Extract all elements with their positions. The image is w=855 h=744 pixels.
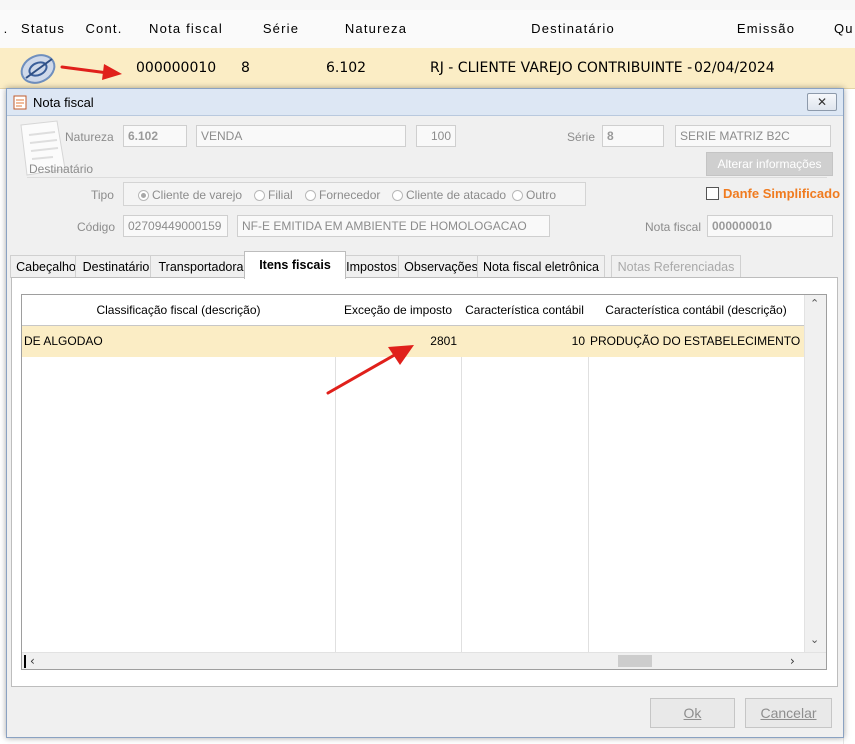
row-serie: 8	[241, 60, 250, 76]
radio-filial[interactable]: Filial	[254, 188, 293, 202]
arrow-annotation-grid	[322, 343, 418, 402]
radio-cliente-atacado[interactable]: Cliente de atacado	[392, 188, 506, 202]
codigo-field[interactable]: 02709449000159	[123, 215, 228, 237]
natureza-num-field[interactable]: 100	[416, 125, 456, 147]
tipo-label: Tipo	[91, 188, 114, 202]
scroll-down-icon[interactable]: ⌄	[810, 633, 819, 646]
tipo-radio-group: Cliente de varejo Filial Fornecedor Clie…	[123, 182, 586, 206]
scroll-edge-marker	[24, 655, 26, 668]
serie-code-field[interactable]: 8	[602, 125, 664, 147]
close-button[interactable]: ✕	[807, 93, 837, 111]
cancel-label: Cancelar	[760, 705, 817, 721]
nota-fiscal-dialog: Nota fiscal ✕ Natureza 6.102 VENDA 100 S…	[6, 88, 844, 738]
cancel-button[interactable]: Cancelar	[745, 698, 832, 728]
scroll-right-icon[interactable]: ›	[790, 653, 795, 669]
radio-cliente-varejo[interactable]: Cliente de varejo	[138, 188, 242, 202]
codigo-label: Código	[77, 220, 116, 234]
header-destinatario[interactable]: Destinatário	[428, 10, 719, 49]
row-nota-fiscal: 000000010	[136, 60, 217, 76]
cell-classificacao: DE ALGODAO	[24, 334, 103, 348]
tab-observacoes[interactable]: Observações	[398, 255, 484, 278]
cell-caracteristica: 10	[571, 334, 585, 348]
col-excecao-imposto[interactable]: Exceção de imposto	[335, 295, 462, 326]
header-natureza[interactable]: Natureza	[324, 10, 429, 49]
nota-fiscal-label: Nota fiscal	[645, 220, 702, 234]
status-icon	[18, 50, 58, 91]
ok-button[interactable]: Ok	[650, 698, 735, 728]
tab-cabecalho[interactable]: Cabeçalho	[10, 255, 82, 278]
background-row[interactable]: 000000010 8 6.102 RJ - CLIENTE VAREJO CO…	[0, 48, 855, 89]
row-natureza: 6.102	[326, 60, 367, 76]
header-qu[interactable]: Qu	[814, 10, 855, 49]
arrow-annotation-top	[60, 56, 124, 85]
header-nota-fiscal[interactable]: Nota fiscal	[134, 10, 239, 49]
nota-fiscal-field[interactable]: 000000010	[707, 215, 833, 237]
itens-fiscais-grid: Classificação fiscal (descrição) Exceção…	[21, 294, 827, 670]
destinatario-divider	[27, 177, 827, 178]
dialog-titlebar[interactable]: Nota fiscal ✕	[7, 89, 843, 116]
row-destinatario: RJ - CLIENTE VAREJO CONTRIBUINTE - LOJA	[430, 60, 694, 76]
scroll-left-icon[interactable]: ‹	[30, 653, 35, 669]
danfe-checkbox[interactable]	[706, 187, 719, 200]
scroll-up-icon[interactable]: ⌃	[810, 297, 819, 310]
radio-fornecedor[interactable]: Fornecedor	[305, 188, 380, 202]
document-icon	[13, 95, 27, 113]
dialog-title: Nota fiscal	[33, 95, 94, 110]
danfe-label[interactable]: Danfe Simplificado	[723, 186, 840, 201]
alterar-informacoes-button[interactable]: Alterar informações	[706, 152, 833, 176]
tab-destinatario[interactable]: Destinatário	[75, 255, 157, 278]
destinatario-section-label: Destinatário	[29, 162, 94, 176]
natureza-code-field[interactable]: 6.102	[123, 125, 187, 147]
col-caracteristica-contabil[interactable]: Característica contábil	[461, 295, 589, 326]
header-serie[interactable]: Série	[238, 10, 325, 49]
header-cont[interactable]: Cont.	[74, 10, 135, 49]
row-emissao: 02/04/2024	[694, 60, 775, 76]
tab-nota-fiscal-eletronica[interactable]: Nota fiscal eletrônica	[477, 255, 605, 278]
serie-desc-field[interactable]: SERIE MATRIZ B2C	[675, 125, 831, 147]
natureza-desc-field[interactable]: VENDA	[196, 125, 406, 147]
horizontal-scrollbar[interactable]: ‹ ›	[22, 652, 826, 669]
tab-notas-referenciadas[interactable]: Notas Referenciadas	[611, 255, 741, 278]
ok-label: Ok	[683, 705, 702, 721]
serie-label: Série	[567, 130, 596, 144]
horizontal-scroll-thumb[interactable]	[618, 655, 652, 667]
cell-caracteristica-desc: PRODUÇÃO DO ESTABELECIMENTO	[590, 334, 801, 348]
header-emissao[interactable]: Emissão	[718, 10, 815, 49]
tab-transportadora[interactable]: Transportadora	[150, 255, 252, 278]
tab-impostos[interactable]: Impostos	[338, 255, 405, 278]
tab-itens-fiscais[interactable]: Itens fiscais	[244, 251, 346, 279]
col-classificacao-fiscal[interactable]: Classificação fiscal (descrição)	[22, 295, 336, 326]
vertical-scrollbar[interactable]: ⌃ ⌄	[804, 295, 826, 652]
natureza-label: Natureza	[65, 130, 114, 144]
codigo-desc-field[interactable]: NF-E EMITIDA EM AMBIENTE DE HOMOLOGACAO	[237, 215, 550, 237]
radio-outro[interactable]: Outro	[512, 188, 556, 202]
header-status[interactable]: Status	[12, 10, 75, 49]
col-caracteristica-contabil-descricao[interactable]: Característica contábil (descrição)	[588, 295, 805, 326]
